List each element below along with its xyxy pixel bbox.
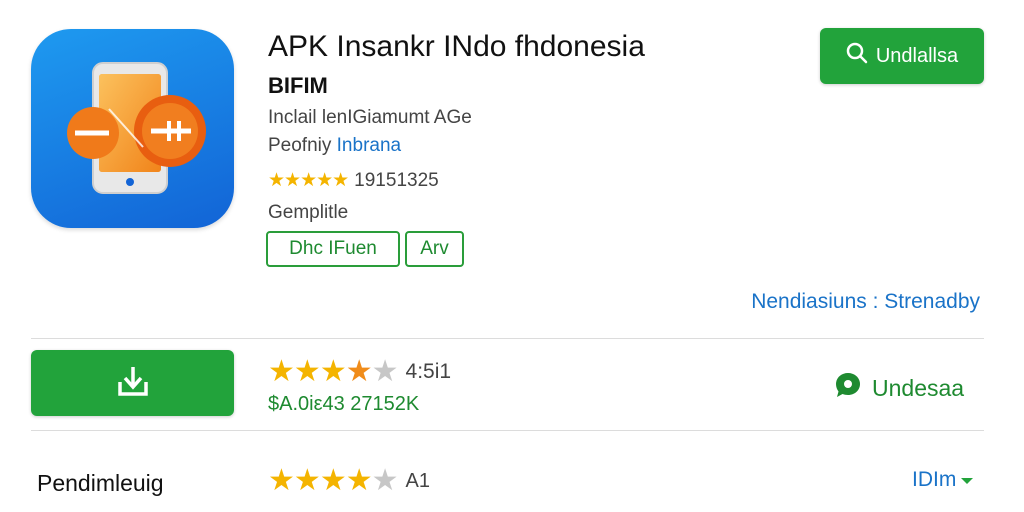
install-button[interactable]: Undlallsa [820, 28, 984, 84]
app-subtitle: BIFIM [268, 73, 328, 98]
star-full-icon: ★ [293, 464, 321, 497]
divider [31, 338, 984, 339]
app-title: APK Insankr INdo fhdonesia [268, 30, 645, 63]
divider [31, 430, 984, 431]
rating-row: ★★★★★ 19151325 [268, 169, 439, 192]
star-full-icon: ★ [268, 355, 295, 388]
install-button-label: Undlallsa [875, 44, 959, 67]
reviews-rating-stars: ★★★★★ [268, 464, 399, 497]
star-full-icon: ★ [319, 355, 347, 388]
app-meta: Inclail lenIGiamumt AGe [268, 107, 472, 128]
star-full-icon: ★ [293, 355, 321, 388]
download-button[interactable] [31, 350, 234, 416]
star-full-icon: ★ [319, 464, 347, 497]
star-half-icon: ★ [345, 355, 373, 388]
info-links[interactable]: Nendiasiuns : Strenadby [700, 290, 980, 314]
star-full-icon: ★ [268, 464, 295, 497]
developer-line: Peofniy Inbrana [268, 135, 401, 157]
reviews-label: Pendimleuig [37, 470, 164, 496]
rating-count: 19151325 [354, 169, 439, 191]
download-icon [115, 364, 151, 403]
rating-stars: ★★★★★ [268, 170, 349, 191]
download-size: $A.0iε43 27152K [268, 393, 420, 415]
developer-link[interactable]: Inbrana [337, 135, 401, 156]
user-rating-score: 4:5i1 [405, 360, 452, 383]
developer-label: Peofniy [268, 135, 332, 156]
tag-button-1[interactable]: Dhc IFuen [266, 231, 400, 267]
chat-icon [834, 371, 862, 405]
chevron-down-icon [960, 468, 974, 492]
reviews-sort-dropdown[interactable]: IDIm [912, 468, 974, 492]
star-empty-icon: ★ [371, 464, 399, 497]
app-icon [31, 29, 234, 228]
reviews-rating-score: A1 [405, 469, 430, 492]
reviews-rating-row: ★★★★★ A1 [268, 466, 430, 496]
search-icon [846, 42, 868, 70]
share-link[interactable]: Undesaa [834, 371, 964, 405]
star-empty-icon: ★ [371, 355, 399, 388]
star-full-icon: ★ [345, 464, 373, 497]
reviews-sort-label: IDIm [912, 468, 957, 491]
share-link-label: Undesaa [872, 374, 965, 401]
app-category: Gemplitle [268, 202, 349, 223]
user-rating-row: ★★★★★ 4:5i1 [268, 357, 451, 387]
user-rating-stars: ★★★★★ [268, 355, 399, 388]
tag-button-2[interactable]: Arv [405, 231, 464, 267]
